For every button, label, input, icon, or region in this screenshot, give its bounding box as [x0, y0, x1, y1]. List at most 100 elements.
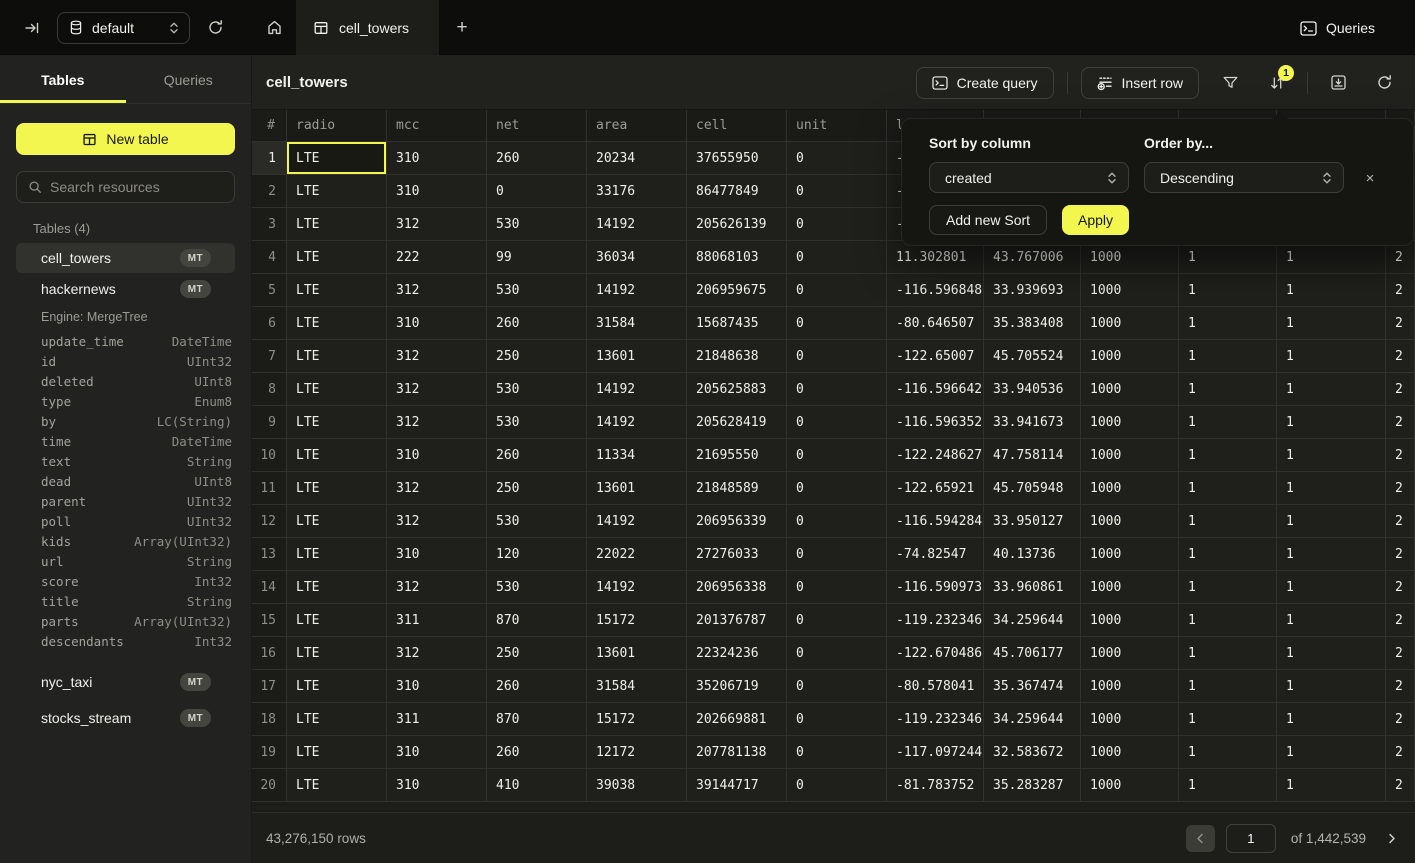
table-cell[interactable]: 312: [387, 571, 487, 604]
table-cell[interactable]: -122.248627: [887, 439, 984, 472]
table-cell[interactable]: 250: [487, 637, 587, 670]
table-cell[interactable]: LTE: [287, 505, 387, 538]
table-cell[interactable]: 311: [387, 703, 487, 736]
table-cell[interactable]: 22022: [587, 538, 687, 571]
table-cell[interactable]: 88068103: [687, 241, 787, 274]
table-cell[interactable]: 1: [1277, 571, 1386, 604]
sidebar-item-cell-towers[interactable]: cell_towers MT: [16, 243, 235, 273]
table-cell[interactable]: 205625883: [687, 373, 787, 406]
table-cell[interactable]: 205626139: [687, 208, 787, 241]
table-cell[interactable]: 33.939693: [984, 274, 1081, 307]
table-cell[interactable]: 310: [387, 142, 487, 175]
table-cell[interactable]: LTE: [287, 175, 387, 208]
table-cell[interactable]: 1000: [1081, 604, 1179, 637]
table-cell[interactable]: 1: [1277, 637, 1386, 670]
table-cell[interactable]: 2: [1386, 703, 1415, 736]
table-cell[interactable]: 2: [1386, 307, 1415, 340]
table-cell[interactable]: LTE: [287, 571, 387, 604]
table-cell[interactable]: 1: [1277, 703, 1386, 736]
table-cell[interactable]: 870: [487, 604, 587, 637]
column-header[interactable]: area: [587, 110, 687, 142]
collapse-sidebar-icon[interactable]: [24, 20, 40, 36]
table-cell[interactable]: 33.960861: [984, 571, 1081, 604]
table-cell[interactable]: 37655950: [687, 142, 787, 175]
table-cell[interactable]: 0: [787, 208, 887, 241]
new-tab-button[interactable]: +: [439, 0, 485, 55]
sidebar-tab-queries[interactable]: Queries: [126, 56, 252, 103]
column-header[interactable]: radio: [287, 110, 387, 142]
table-cell[interactable]: 310: [387, 769, 487, 802]
table-cell[interactable]: LTE: [287, 439, 387, 472]
table-cell[interactable]: 1000: [1081, 571, 1179, 604]
table-cell[interactable]: 0: [787, 505, 887, 538]
table-cell[interactable]: 34.259644: [984, 703, 1081, 736]
table-cell[interactable]: 312: [387, 472, 487, 505]
table-cell[interactable]: 1: [1277, 538, 1386, 571]
table-cell[interactable]: 14192: [587, 571, 687, 604]
table-cell[interactable]: 36034: [587, 241, 687, 274]
sidebar-item-hackernews[interactable]: hackernews MT: [16, 274, 235, 304]
table-cell[interactable]: 1: [1179, 604, 1277, 637]
table-cell[interactable]: -74.82547: [887, 538, 984, 571]
sort-button[interactable]: 1: [1260, 67, 1294, 99]
table-cell[interactable]: 1000: [1081, 340, 1179, 373]
table-cell[interactable]: 33.941673: [984, 406, 1081, 439]
table-cell[interactable]: 310: [387, 736, 487, 769]
table-cell[interactable]: 410: [487, 769, 587, 802]
table-cell[interactable]: 1: [1277, 274, 1386, 307]
apply-sort-button[interactable]: Apply: [1062, 205, 1129, 235]
table-cell[interactable]: 47.758114: [984, 439, 1081, 472]
table-cell[interactable]: 312: [387, 373, 487, 406]
table-cell[interactable]: 1: [1277, 736, 1386, 769]
table-cell[interactable]: 207781138: [687, 736, 787, 769]
table-cell[interactable]: LTE: [287, 538, 387, 571]
table-cell[interactable]: LTE: [287, 703, 387, 736]
table-cell[interactable]: 250: [487, 472, 587, 505]
table-cell[interactable]: 1: [1179, 274, 1277, 307]
table-cell[interactable]: 2: [1386, 604, 1415, 637]
table-cell[interactable]: 39144717: [687, 769, 787, 802]
table-cell[interactable]: 86477849: [687, 175, 787, 208]
table-cell[interactable]: -81.783752: [887, 769, 984, 802]
table-cell[interactable]: 310: [387, 439, 487, 472]
table-cell[interactable]: 33176: [587, 175, 687, 208]
table-cell[interactable]: 12172: [587, 736, 687, 769]
table-cell[interactable]: LTE: [287, 769, 387, 802]
table-cell[interactable]: 1: [1179, 472, 1277, 505]
table-cell[interactable]: 0: [787, 406, 887, 439]
table-cell[interactable]: LTE: [287, 637, 387, 670]
table-cell[interactable]: 35.283287: [984, 769, 1081, 802]
table-cell[interactable]: 870: [487, 703, 587, 736]
table-cell[interactable]: 2: [1386, 736, 1415, 769]
table-cell[interactable]: 0: [787, 472, 887, 505]
sort-order-select[interactable]: Descending: [1144, 162, 1344, 193]
table-cell[interactable]: 1: [1179, 637, 1277, 670]
table-cell[interactable]: 1000: [1081, 736, 1179, 769]
table-cell[interactable]: 15172: [587, 703, 687, 736]
table-cell[interactable]: 1: [1179, 571, 1277, 604]
table-cell[interactable]: -116.596352: [887, 406, 984, 439]
table-cell[interactable]: 14192: [587, 505, 687, 538]
table-cell[interactable]: 2: [1386, 406, 1415, 439]
table-cell[interactable]: 222: [387, 241, 487, 274]
database-selector[interactable]: default: [57, 12, 190, 44]
table-cell[interactable]: 1: [1277, 406, 1386, 439]
table-cell[interactable]: LTE: [287, 373, 387, 406]
table-cell[interactable]: 35.383408: [984, 307, 1081, 340]
table-cell[interactable]: -116.590973: [887, 571, 984, 604]
refresh-table-button[interactable]: [1367, 67, 1401, 99]
table-cell[interactable]: 530: [487, 571, 587, 604]
sidebar-item-stocks-stream[interactable]: stocks_stream MT: [16, 703, 235, 733]
table-cell[interactable]: 13601: [587, 340, 687, 373]
sidebar-tab-tables[interactable]: Tables: [0, 56, 126, 103]
table-cell[interactable]: 1: [1277, 769, 1386, 802]
table-cell[interactable]: 0: [787, 571, 887, 604]
table-cell[interactable]: 40.13736: [984, 538, 1081, 571]
table-cell[interactable]: 1: [1179, 373, 1277, 406]
table-cell[interactable]: 0: [787, 769, 887, 802]
table-cell[interactable]: 2: [1386, 571, 1415, 604]
table-cell[interactable]: 2: [1386, 439, 1415, 472]
table-cell[interactable]: LTE: [287, 241, 387, 274]
table-cell[interactable]: 530: [487, 373, 587, 406]
next-page-button[interactable]: [1381, 833, 1401, 844]
